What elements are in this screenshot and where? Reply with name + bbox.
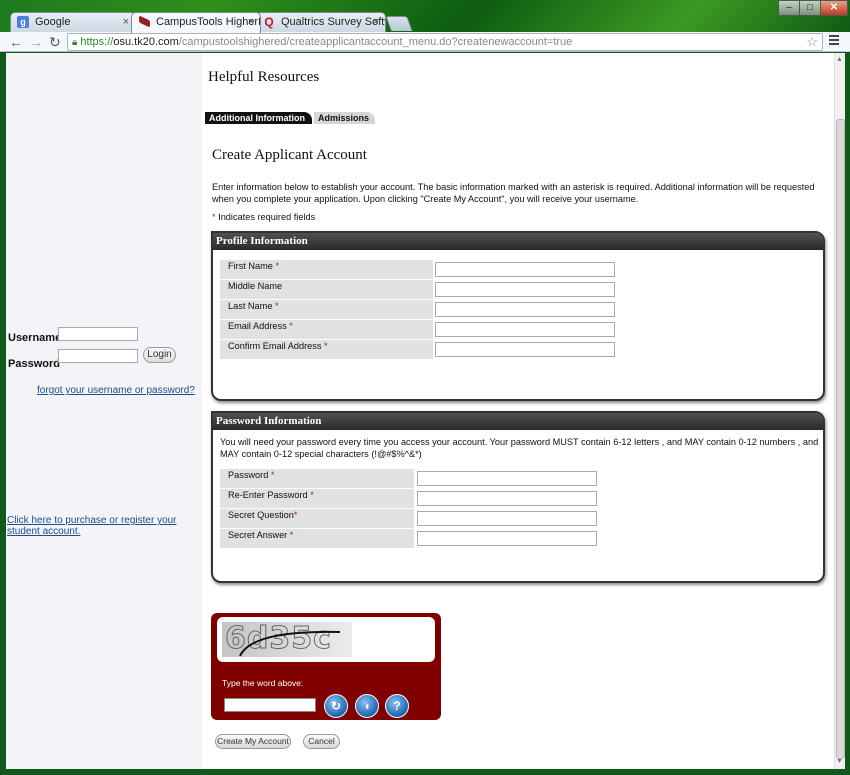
username-input[interactable]	[58, 327, 138, 341]
back-arrow-icon[interactable]: ←	[9, 33, 23, 51]
tab-campustools[interactable]: CampusTools HigherEd ×	[131, 12, 261, 33]
scrollbar-thumb[interactable]	[836, 119, 845, 759]
password-input[interactable]	[58, 349, 138, 363]
reenter-password-input[interactable]	[417, 491, 597, 506]
url-path: /campustoolshighered/createapplicantacco…	[178, 36, 573, 48]
qualtrics-icon: Q	[264, 15, 274, 29]
page-title: Create Applicant Account	[212, 147, 367, 163]
vertical-scrollbar[interactable]: ▲ ▼	[834, 53, 845, 769]
captcha-image-frame: 6d35c	[217, 617, 435, 662]
captcha-input[interactable]	[224, 698, 316, 712]
profile-information-panel: Profile Information First Name * Middle …	[211, 231, 825, 401]
required-note: * Indicates required fields	[212, 212, 315, 222]
tab-title: Google	[35, 16, 71, 28]
refresh-icon[interactable]: ↻	[324, 694, 348, 718]
reenter-password-label: Re-Enter Password *	[220, 489, 414, 508]
close-tab-icon[interactable]: ×	[373, 13, 379, 31]
cancel-button[interactable]: Cancel	[303, 734, 340, 749]
tab-google[interactable]: g Google ×	[10, 12, 136, 32]
bookmark-star-icon[interactable]: ☆	[806, 34, 818, 50]
intro-text: Enter information below to establish you…	[212, 182, 815, 204]
reload-icon[interactable]: ↻	[49, 33, 61, 51]
forward-arrow-icon[interactable]: →	[29, 33, 43, 51]
secret-answer-label: Secret Answer *	[220, 529, 414, 548]
captcha-noise-line	[239, 630, 341, 657]
email-input[interactable]	[435, 322, 615, 337]
scroll-down-icon[interactable]: ▼	[836, 758, 843, 765]
campustools-icon	[138, 16, 150, 28]
close-window-button[interactable]: ✕	[820, 0, 848, 16]
email-label: Email Address *	[220, 320, 433, 339]
browser-toolbar: ← → ↻ 🔒︎ https://osu.tk20.com/campustools…	[0, 32, 850, 52]
panel-title: Profile Information	[213, 233, 823, 250]
required-note-text: Indicates required fields	[218, 212, 316, 222]
minimize-button[interactable]: –	[778, 0, 800, 16]
required-asterisk: *	[212, 212, 216, 222]
first-name-input[interactable]	[435, 262, 615, 277]
tab-title: CampusTools HigherEd	[156, 16, 261, 28]
address-bar[interactable]: 🔒︎ https://osu.tk20.com/campustoolshigher…	[67, 33, 823, 51]
maximize-button[interactable]: □	[799, 0, 821, 16]
browser-titlebar: g Google × CampusTools HigherEd × Q Qual…	[0, 0, 850, 33]
url-host: osu.tk20.com	[113, 36, 179, 48]
scroll-up-icon[interactable]: ▲	[836, 56, 843, 63]
password-information-panel: Password Information You will need your …	[211, 411, 825, 583]
help-icon[interactable]: ?	[385, 694, 409, 718]
url-scheme: https://	[80, 36, 114, 48]
page-viewport: Username Password Login forgot your user…	[6, 53, 834, 769]
close-tab-icon[interactable]: ×	[248, 13, 254, 31]
confirm-email-input[interactable]	[435, 342, 615, 357]
google-icon: g	[17, 16, 29, 28]
secret-question-input[interactable]	[417, 511, 597, 526]
purchase-account-link[interactable]: Click here to purchase or register your …	[7, 515, 197, 537]
password-rules-text: You will need your password every time y…	[220, 437, 819, 459]
middle-name-label: Middle Name	[220, 280, 433, 299]
lock-icon: 🔒︎	[72, 37, 78, 48]
panel-title: Password Information	[213, 413, 823, 430]
forgot-password-link[interactable]: forgot your username or password?	[37, 385, 195, 396]
audio-icon[interactable]: ◖	[355, 694, 379, 718]
secret-answer-input[interactable]	[417, 531, 597, 546]
create-account-button[interactable]: Create My Account	[215, 734, 291, 749]
helpful-resources-title: Helpful Resources	[208, 69, 320, 85]
close-tab-icon[interactable]: ×	[123, 13, 129, 31]
tab-admissions[interactable]: Admissions	[314, 112, 375, 124]
secret-question-label: Secret Question*	[220, 509, 414, 528]
password-label: Password	[8, 358, 60, 370]
tab-title: Qualtrics Survey Software	[281, 16, 385, 28]
username-label: Username	[8, 332, 62, 344]
sidebar: Username Password Login forgot your user…	[6, 53, 202, 769]
middle-name-input[interactable]	[435, 282, 615, 297]
captcha-prompt: Type the word above:	[222, 678, 304, 688]
last-name-label: Last Name *	[220, 300, 433, 319]
first-name-label: First Name *	[220, 260, 433, 279]
new-tab-button[interactable]	[385, 16, 413, 31]
tab-additional-information[interactable]: Additional Information	[205, 112, 312, 124]
login-button[interactable]: Login	[143, 347, 176, 363]
menu-icon[interactable]	[829, 35, 839, 47]
tab-qualtrics[interactable]: Q Qualtrics Survey Software ×	[256, 12, 386, 32]
last-name-input[interactable]	[435, 302, 615, 317]
confirm-email-label: Confirm Email Address *	[220, 340, 433, 359]
captcha-widget: 6d35c Type the word above: ↻ ◖ ?	[211, 613, 441, 720]
password-field-label: Password *	[220, 469, 414, 488]
captcha-image: 6d35c	[222, 622, 352, 657]
new-password-input[interactable]	[417, 471, 597, 486]
